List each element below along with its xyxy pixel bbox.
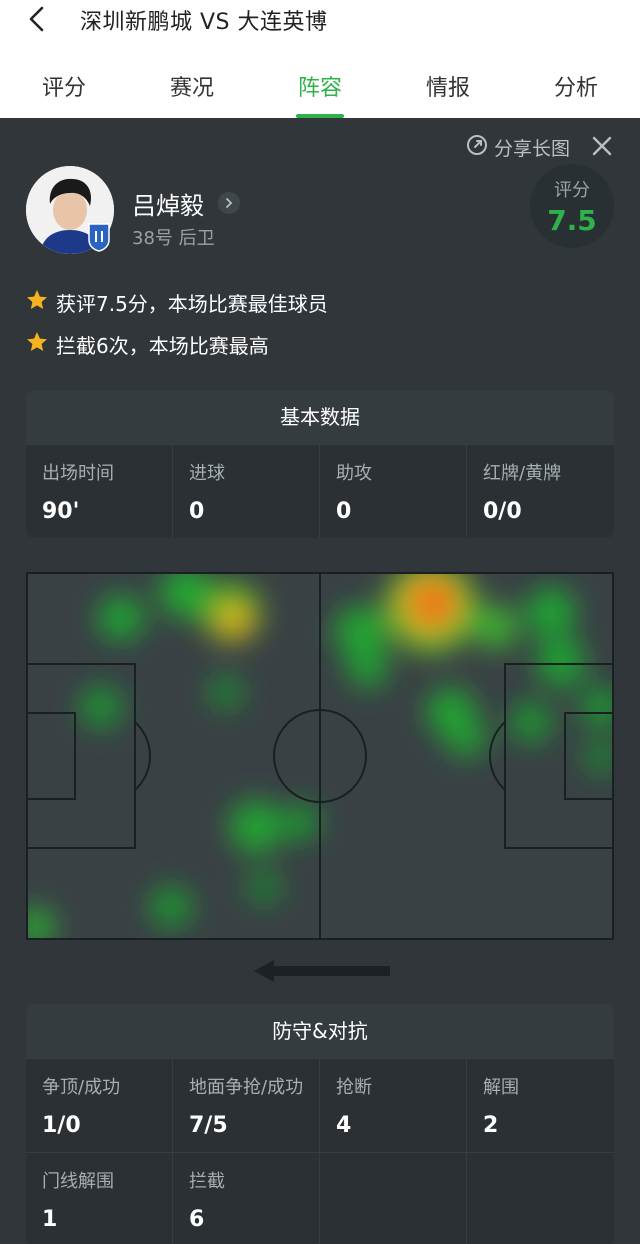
tab-analysis[interactable]: 分析: [512, 70, 640, 110]
stat-value: 6: [189, 1207, 205, 1232]
stat-label: 争顶/成功: [42, 1077, 121, 1098]
tab-intel[interactable]: 情报: [384, 70, 512, 110]
highlight-item: 获评7.5分，本场比赛最佳球员: [26, 288, 328, 317]
stat-cell-empty: [320, 1152, 467, 1244]
stat-cell: 拦截 6: [173, 1152, 320, 1244]
stat-label: 助攻: [336, 463, 372, 484]
stat-value: 0/0: [483, 499, 522, 524]
stat-label: 出场时间: [42, 463, 114, 484]
stat-value: 1/0: [42, 1113, 81, 1138]
stat-cell: 门线解围 1: [26, 1152, 173, 1244]
stat-cell-empty: [467, 1152, 614, 1244]
stat-label: 进球: [189, 463, 225, 484]
stat-cell: 抢断 4: [320, 1058, 467, 1152]
tab-lineup[interactable]: 阵容: [256, 70, 384, 118]
share-icon: [466, 134, 488, 161]
stat-label: 地面争抢/成功: [189, 1077, 304, 1098]
tab-match[interactable]: 赛况: [128, 70, 256, 110]
tab-bar: 评分 赛况 阵容 情报 分析: [0, 70, 640, 118]
top-bar: 深圳新鹏城 VS 大连英博 评分 赛况 阵容 情报 分析: [0, 0, 640, 118]
stat-label: 门线解围: [42, 1171, 114, 1192]
stat-cell: 争顶/成功 1/0: [26, 1058, 173, 1152]
stat-cell: 助攻 0: [320, 444, 467, 538]
stat-value: 1: [42, 1207, 58, 1232]
stat-label: 解围: [483, 1077, 519, 1098]
tab-rating[interactable]: 评分: [0, 70, 128, 110]
rating-label: 评分: [554, 180, 590, 201]
stat-value: 0: [189, 499, 205, 524]
stat-value: 2: [483, 1113, 499, 1138]
stat-cell: 地面争抢/成功 7/5: [173, 1058, 320, 1152]
player-panel: 分享长图 吕焯毅 38号 后卫 评分 7.5 获评7.5分，本场比赛最佳球员 拦…: [0, 118, 640, 1244]
attack-direction-arrow-icon: [250, 956, 392, 986]
stat-label: 拦截: [189, 1171, 225, 1192]
share-button[interactable]: 分享长图: [466, 134, 570, 161]
back-icon[interactable]: [22, 4, 52, 34]
player-number-position: 38号 后卫: [132, 228, 215, 249]
stat-cell: 红牌/黄牌 0/0: [467, 444, 614, 538]
highlight-item: 拦截6次，本场比赛最高: [26, 330, 269, 359]
basic-stats-title: 基本数据: [26, 390, 614, 444]
rating-value: 7.5: [547, 204, 597, 237]
rating-badge: 评分 7.5: [530, 164, 614, 248]
highlight-text: 拦截6次，本场比赛最高: [56, 334, 269, 358]
stat-value: 0: [336, 499, 352, 524]
star-icon: [26, 331, 48, 358]
match-title: 深圳新鹏城 VS 大连英博: [80, 10, 328, 35]
defense-stats-title: 防守&对抗: [26, 1004, 614, 1058]
star-icon: [26, 289, 48, 316]
stat-value: 4: [336, 1113, 352, 1138]
team-crest-icon: [88, 222, 110, 252]
stat-value: 7/5: [189, 1113, 228, 1138]
highlight-text: 获评7.5分，本场比赛最佳球员: [56, 292, 328, 316]
stat-value: 90': [42, 499, 80, 524]
heatmap-pitch: [18, 561, 621, 945]
stat-label: 红牌/黄牌: [483, 463, 562, 484]
defense-stats-card: 防守&对抗 争顶/成功 1/0 地面争抢/成功 7/5 抢断 4 解围 2 门线…: [26, 1004, 614, 1244]
share-label: 分享长图: [493, 138, 570, 160]
stat-cell: 进球 0: [173, 444, 320, 538]
basic-stats-card: 基本数据 出场时间 90' 进球 0 助攻 0 红牌/黄牌 0/0: [26, 390, 614, 538]
stat-cell: 解围 2: [467, 1058, 614, 1152]
chevron-right-icon[interactable]: [218, 192, 240, 214]
close-icon[interactable]: [590, 134, 614, 158]
stat-label: 抢断: [336, 1077, 372, 1098]
stat-cell: 出场时间 90': [26, 444, 173, 538]
player-name[interactable]: 吕焯毅: [132, 186, 204, 221]
